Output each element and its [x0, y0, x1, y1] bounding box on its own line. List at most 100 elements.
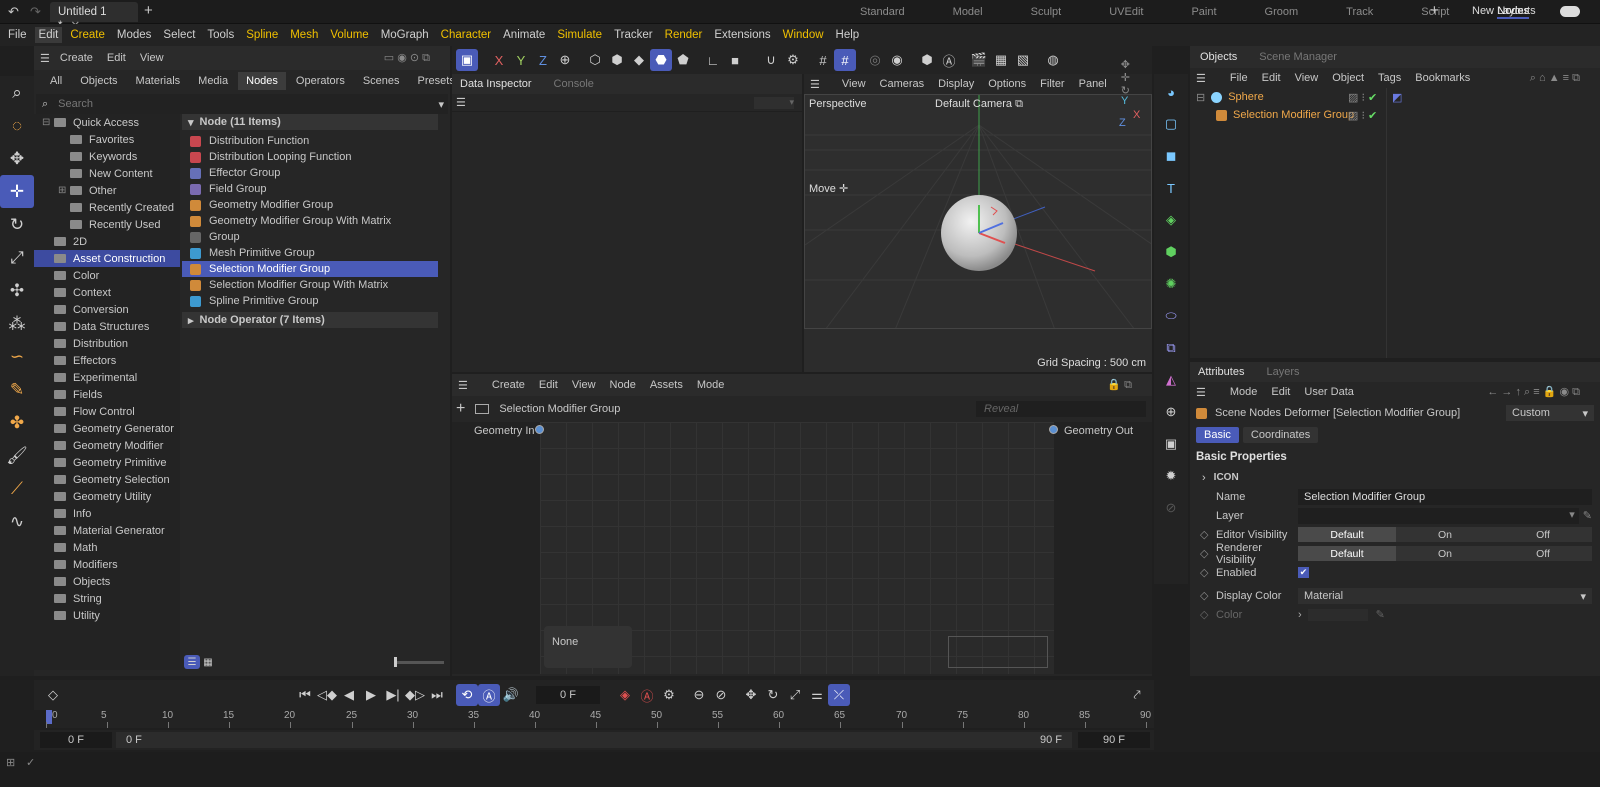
keyframe-icon[interactable]: ◇	[42, 684, 64, 706]
tree-item-utility[interactable]: Utility	[34, 607, 180, 624]
grid-icon[interactable]: ⊞	[6, 756, 15, 769]
play-icon[interactable]: ▶	[360, 684, 382, 706]
volume-icon[interactable]: ◭	[1160, 364, 1182, 396]
picture-viewer-icon[interactable]: ◍	[1042, 49, 1064, 71]
cube-icon[interactable]: ◼	[1160, 140, 1182, 172]
move-tool-icon[interactable]: ✛	[0, 175, 34, 208]
end-frame-field[interactable]: 90 F	[1078, 732, 1150, 748]
key-settings-icon[interactable]: ⚙	[658, 684, 680, 706]
tab-all[interactable]: All	[42, 72, 70, 90]
viewport-menu-view[interactable]: View	[842, 78, 866, 90]
scale-tool-icon[interactable]: ⤢	[0, 241, 34, 274]
x-axis-lock-icon[interactable]: X	[488, 49, 510, 71]
menu-render[interactable]: Render	[665, 29, 703, 41]
objects-menu-object[interactable]: Object	[1332, 72, 1364, 84]
attribute-nav-icons[interactable]: ← → ↑ ⌕ ≡ 🔒 ◉ ⧉	[1487, 385, 1580, 399]
uv-mode-icon[interactable]: ⬟	[672, 49, 694, 71]
node-item-geometry-modifier-group[interactable]: Geometry Modifier Group	[182, 197, 438, 213]
pen-icon[interactable]: ✎	[0, 373, 34, 406]
tab-scenes[interactable]: Scenes	[355, 72, 408, 90]
editor-visibility-segment[interactable]: Default On Off	[1298, 527, 1592, 542]
node-editor-menu-edit[interactable]: Edit	[539, 379, 558, 391]
tree-item-distribution[interactable]: Distribution	[34, 335, 180, 352]
polygons-mode-icon[interactable]: ◆	[628, 49, 650, 71]
asset-menu-create[interactable]: Create	[60, 52, 93, 64]
magnet-icon[interactable]: ∪	[760, 49, 782, 71]
record-icon[interactable]: ◈	[614, 684, 636, 706]
tab-materials[interactable]: Materials	[128, 72, 189, 90]
camera-icon[interactable]: ▣	[1160, 428, 1182, 460]
reveal-input[interactable]: Reveal	[976, 401, 1146, 417]
list-view-icon[interactable]: ☰	[184, 655, 200, 669]
hamburger-icon[interactable]: ☰	[810, 78, 820, 91]
add-layout-button[interactable]: +	[1430, 2, 1439, 19]
node-item-selection-modifier-group-with-matrix[interactable]: Selection Modifier Group With Matrix	[182, 277, 438, 293]
tree-item-geometry-utility[interactable]: Geometry Utility	[34, 488, 180, 505]
tree-item-asset-construction[interactable]: Asset Construction	[34, 250, 180, 267]
tree-item-recently-created[interactable]: Recently Created	[34, 199, 180, 216]
viewport[interactable]: ☰ View Cameras Display Options Filter Panel ✥…	[804, 59, 1152, 372]
objects-menu-edit[interactable]: Edit	[1262, 72, 1281, 84]
tab-basic[interactable]: Basic	[1196, 427, 1239, 443]
object-mode-icon[interactable]: ⬣	[650, 49, 672, 71]
points-mode-icon[interactable]: ⬡	[584, 49, 606, 71]
tree-item-favorites[interactable]: Favorites	[34, 131, 180, 148]
edges-mode-icon[interactable]: ⬢	[606, 49, 628, 71]
f-curve-icon[interactable]: ⤤	[1126, 684, 1148, 706]
icon-group[interactable]: › ICON	[1190, 468, 1600, 487]
objects-menu-file[interactable]: File	[1230, 72, 1248, 84]
new-layouts-label[interactable]: New Layouts	[1472, 5, 1536, 17]
layout-tab-sculpt[interactable]: Sculpt	[1031, 6, 1062, 18]
tree-item-2d[interactable]: 2D	[34, 233, 180, 250]
objects-menu-bookmarks[interactable]: Bookmarks	[1415, 72, 1470, 84]
menu-character[interactable]: Character	[441, 29, 492, 41]
node-operator-group-header[interactable]: ▸ Node Operator (7 Items)	[182, 312, 438, 328]
tree-item-color[interactable]: Color	[34, 267, 180, 284]
viewport-menu-cameras[interactable]: Cameras	[880, 78, 925, 90]
effector-icon[interactable]: ✺	[1160, 268, 1182, 300]
grid-snap-icon[interactable]: #	[812, 49, 834, 71]
clapper-icon[interactable]: 🎬	[968, 49, 990, 71]
key-lock-icon[interactable]: ⊖	[688, 684, 710, 706]
rotation-key-icon[interactable]: ↻	[762, 684, 784, 706]
go-to-start-icon[interactable]: ⏮	[294, 684, 316, 706]
layout-tab-standard[interactable]: Standard	[860, 6, 905, 18]
sound-icon[interactable]: 🔊	[500, 684, 522, 706]
spline-sketch-icon[interactable]: ∿	[0, 505, 34, 538]
menu-edit[interactable]: Edit	[34, 27, 63, 43]
tree-item-flow-control[interactable]: Flow Control	[34, 403, 180, 420]
layout-tab-groom[interactable]: Groom	[1265, 6, 1299, 18]
node-item-spline-primitive-group[interactable]: Spline Primitive Group	[182, 293, 438, 309]
node-item-distribution-function[interactable]: Distribution Function	[182, 133, 438, 149]
model-mode-icon[interactable]: ▣	[456, 49, 478, 71]
panel-controls[interactable]: ▭ ◉ ⊙ ⧉	[384, 51, 430, 65]
tree-item-keywords[interactable]: Keywords	[34, 148, 180, 165]
chevron-down-icon[interactable]: ▾	[754, 96, 794, 109]
next-frame-icon[interactable]: ▶|	[382, 684, 404, 706]
node-item-geometry-modifier-group-with-matrix[interactable]: Geometry Modifier Group With Matrix	[182, 213, 438, 229]
environment-icon[interactable]: ⊕	[1160, 396, 1182, 428]
menu-mograph[interactable]: MoGraph	[381, 29, 429, 41]
position-key-icon[interactable]: ✥	[740, 684, 762, 706]
snap-icon[interactable]: #	[834, 49, 856, 71]
param-key-icon[interactable]: ⚌	[806, 684, 828, 706]
generator-icon[interactable]: ◈	[1160, 204, 1182, 236]
pla-key-icon[interactable]: ⤫	[828, 684, 850, 706]
menu-window[interactable]: Window	[783, 29, 824, 41]
node-item-distribution-looping-function[interactable]: Distribution Looping Function	[182, 149, 438, 165]
asset-menu-view[interactable]: View	[140, 52, 164, 64]
node-group-header[interactable]: ▾ Node (11 Items)	[182, 114, 438, 130]
solo-icon[interactable]: ■	[724, 49, 746, 71]
node-item-effector-group[interactable]: Effector Group	[182, 165, 438, 181]
display-color-dropdown[interactable]: Material ▾	[1298, 587, 1592, 604]
node-editor-menu-mode[interactable]: Mode	[697, 379, 725, 391]
autokey-icon[interactable]: Ⓐ	[636, 684, 658, 706]
grid-view-icon[interactable]: ▦	[200, 655, 216, 669]
search-icon[interactable]: ⌕	[0, 76, 34, 109]
viewport-menu-options[interactable]: Options	[988, 78, 1026, 90]
tab-media[interactable]: Media	[190, 72, 236, 90]
menu-select[interactable]: Select	[163, 29, 195, 41]
node-editor-menu-create[interactable]: Create	[492, 379, 525, 391]
rotate-tool-icon[interactable]: ↻	[0, 208, 34, 241]
menu-file[interactable]: File	[8, 29, 27, 41]
